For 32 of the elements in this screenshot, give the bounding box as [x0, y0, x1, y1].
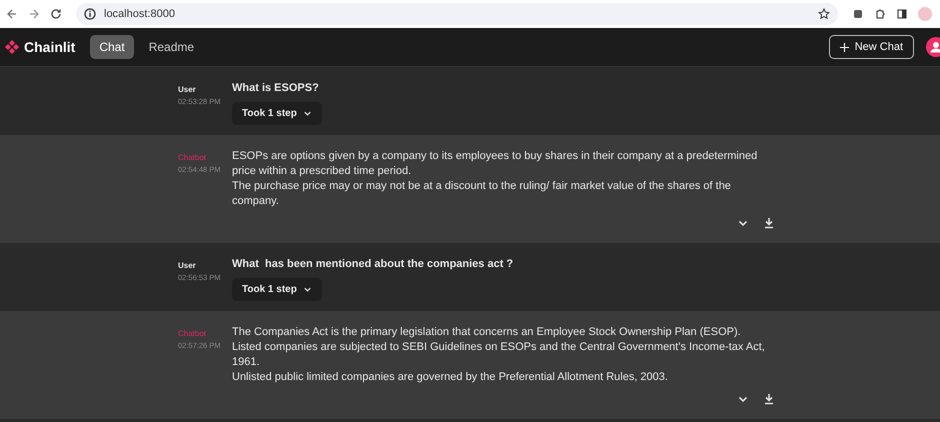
steps-button[interactable]: Took 1 step [232, 278, 322, 301]
new-chat-button[interactable]: New Chat [828, 35, 914, 59]
author-name: Chatbot [178, 329, 208, 338]
app-name: Chainlit [24, 39, 76, 55]
message-text: Unlisted public limited companies are governed by the Preferential Allotment Rules, 2003. [232, 370, 669, 385]
message-text: What is ESOPS? [232, 81, 320, 96]
plus-icon [840, 42, 849, 52]
nav-tab[interactable]: Readme [140, 35, 204, 59]
download-icon[interactable] [763, 393, 775, 405]
message-text: Listed companies are subjected to SEBI Guidelines on ESOPs and the Central Government's Income-tax Act, 1961. [232, 340, 766, 370]
logo-icon [4, 39, 20, 55]
author-name: User [178, 261, 197, 270]
chevron-down-icon [302, 285, 312, 294]
puzzle-icon[interactable] [874, 8, 886, 20]
download-icon[interactable] [763, 217, 775, 229]
address-bar[interactable]: localhost:8000 [76, 3, 838, 25]
steps-button[interactable]: Took 1 step [232, 102, 322, 125]
star-icon[interactable] [818, 8, 830, 20]
message-text: The Companies Act is the primary legislation that concerns an Employee Stock Ownership Plan (ESOP). [232, 325, 742, 340]
forward-icon[interactable] [28, 8, 40, 20]
back-icon[interactable] [6, 8, 18, 20]
info-icon [84, 8, 96, 20]
message-text: The purchase price may or may not be at a discount to the ruling/ fair market value of the shares of the company. [232, 179, 732, 209]
avatar-icon[interactable] [926, 37, 940, 57]
chevron-down-icon [302, 109, 312, 118]
author-name: Chatbot [178, 153, 208, 162]
nav-tab[interactable]: Chat [90, 35, 134, 59]
reload-icon[interactable] [50, 8, 62, 20]
message-text: What has been mentioned about the companies act ? [232, 257, 514, 272]
author-name: User [178, 85, 197, 94]
message-text: ESOPs are options given by a company to its employees to buy shares in their company at a predetermined price within a prescribed time period. [232, 149, 758, 179]
sidebar-icon[interactable] [896, 8, 908, 20]
